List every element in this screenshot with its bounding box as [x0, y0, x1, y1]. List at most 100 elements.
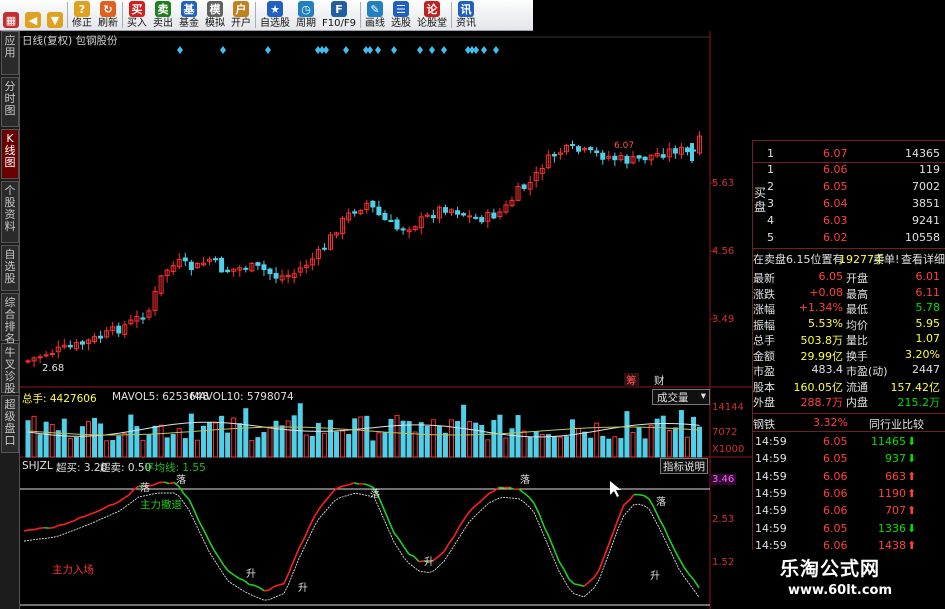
volume-bar-65: [418, 422, 424, 458]
indicator-seg-37: [203, 530, 210, 542]
indicator-seg-58: [308, 516, 315, 529]
tick-row: 14:59 6.06 707 ⬆: [753, 504, 945, 521]
toolbar-button-label: F10/F9: [322, 18, 356, 29]
volume-bar-30: [207, 422, 212, 458]
toolbar-button-10[interactable]: ★ 自选股: [257, 0, 293, 30]
toolbar-button-label: 自选股: [260, 18, 290, 29]
side-tab-2[interactable]: K线图: [1, 129, 19, 179]
indicator-seg-19: [113, 500, 120, 505]
volume-bar-68: [436, 425, 442, 458]
indicator-seg-38: [208, 540, 215, 551]
indicator-seg-116: [598, 556, 605, 571]
toolbar-button-label: 周期: [296, 18, 316, 29]
order-book-bottom-line: [753, 248, 945, 249]
volume-ytick-3: X1000: [712, 444, 745, 455]
order-price: 6.04: [823, 197, 848, 210]
volume-bar-15: [116, 435, 122, 458]
indicator-select[interactable]: 成交量 ▾: [652, 389, 710, 405]
signal-diamond-16: [473, 46, 479, 54]
toolbar-button-label: 资讯: [455, 18, 476, 29]
side-tab-3[interactable]: 个股资料: [1, 181, 19, 243]
signal-diamond-12: [429, 46, 435, 54]
candle-body-97: [612, 155, 618, 161]
toolbar-icon-button-0[interactable]: ▦: [0, 0, 22, 30]
quote-value: 5.78: [915, 301, 941, 314]
indicator-help-button[interactable]: 指标说明: [660, 458, 708, 474]
quote-value: 157.42亿: [890, 380, 941, 394]
toolbar-button-6[interactable]: 卖卖出: [150, 0, 176, 30]
candle-body-4: [49, 353, 55, 356]
toolbar-button-3[interactable]: ? 修正: [69, 0, 95, 30]
indicator-seg-132: [678, 557, 685, 568]
side-tab-0[interactable]: 应用: [1, 31, 19, 75]
side-tab-7[interactable]: 超级盘口: [1, 395, 19, 453]
toolbar-button-label: 模拟: [205, 18, 225, 29]
toolbar-icon-button-2[interactable]: ▼: [44, 0, 66, 30]
volume-bar-51: [334, 431, 340, 458]
signal-diamond-1: [220, 46, 226, 54]
volume-bar-78: [497, 414, 503, 458]
indicator-seg-86: [448, 536, 455, 544]
toolbar-button-14[interactable]: ☰ 选股: [388, 0, 414, 30]
volume-bar-2: [37, 434, 43, 458]
toolbar-button-7[interactable]: 基基金: [176, 0, 202, 30]
finance-tab[interactable]: 财: [654, 373, 665, 388]
toolbar-icon-button-1[interactable]: ◀: [22, 0, 44, 30]
sector-compare-link[interactable]: 同行业比较: [869, 416, 924, 432]
volume-bar-47: [309, 435, 315, 458]
order-level: 5: [767, 231, 774, 244]
toolbar-button-9[interactable]: 户开户: [228, 0, 254, 30]
side-tab-1[interactable]: 分时图: [1, 77, 19, 127]
indicator-seg-30: [168, 481, 175, 485]
indicator-seg-12: [78, 515, 85, 519]
side-tab-4[interactable]: 自选股: [1, 245, 19, 291]
buy-side-label: 买盘: [754, 186, 767, 214]
volume-bar-72: [461, 404, 467, 458]
volume-bar-77: [491, 420, 497, 458]
indicator-seg-122: [628, 493, 635, 502]
fall-marker-4: 落: [656, 496, 666, 508]
toolbar-button-8[interactable]: 模模拟: [202, 0, 228, 30]
indicator-seg-43: [233, 574, 240, 580]
indicator-seg-46: [248, 583, 255, 587]
tick-row: 14:59 6.05 1336 ⬇: [753, 522, 945, 539]
toolbar-button-13[interactable]: ✎ 画线: [362, 0, 388, 30]
candle-body-54: [352, 211, 358, 214]
toolbar-button-11[interactable]: ◷ 周期: [293, 0, 319, 30]
tick-row: 14:59 6.05 937 ⬇: [753, 452, 945, 469]
signal-diamond-0: [177, 46, 183, 54]
toolbar-button-16[interactable]: 讯资讯: [453, 0, 479, 30]
candle-body-107: [672, 148, 678, 154]
main-toolbar: ▦ ◀ ▼? 修正 ↻ 刷新买买入卖卖出基基金模模拟户开户 ★ 自选股 ◷ 周期 F F10/F9 ✎ 画…: [0, 0, 533, 31]
candle-body-73: [467, 215, 473, 218]
candle-body-38: [255, 262, 261, 266]
toolbar-button-label: 修正: [72, 18, 92, 29]
quote-value: 483.4: [811, 363, 844, 376]
volume-bar-111: [697, 426, 703, 458]
quote-label: 市盈(动): [846, 365, 888, 378]
toolbar-button-5[interactable]: 买买入: [124, 0, 150, 30]
tick-price: 6.05: [823, 452, 848, 466]
indicator-seg-27: [153, 481, 160, 486]
quote-row: 总手 503.8万 量比 1.07: [753, 332, 945, 347]
period-icon: ◷: [298, 1, 314, 17]
indicator-seg-89: [463, 511, 470, 520]
volume-bar-46: [303, 434, 309, 458]
chip-tab[interactable]: 筹: [624, 373, 639, 388]
toolbar-button-12[interactable]: F F10/F9: [319, 0, 359, 30]
toolbar-button-15[interactable]: 论论股堂: [414, 0, 450, 30]
indicator-seg-50: [268, 585, 275, 591]
candle-body-27: [188, 261, 194, 271]
volume-bar-50: [328, 419, 333, 458]
toolbar-button-4[interactable]: ↻ 刷新: [95, 0, 121, 30]
indicator-ytick-2: 2.53: [712, 514, 735, 525]
quote-label: 振幅: [753, 318, 775, 332]
main-force-out-label: 主力撤退: [140, 499, 182, 511]
side-tab-6[interactable]: 牛叉诊股: [1, 343, 19, 395]
pending-detail-link[interactable]: 查看详细: [901, 251, 945, 267]
volume-bar-19: [140, 439, 146, 458]
side-tab-5[interactable]: 综合排名: [1, 293, 19, 345]
volume-bar-91: [576, 427, 582, 458]
kline-title: 日线(复权) 包钢股份: [22, 35, 118, 47]
signal-diamond-10: [391, 46, 397, 54]
